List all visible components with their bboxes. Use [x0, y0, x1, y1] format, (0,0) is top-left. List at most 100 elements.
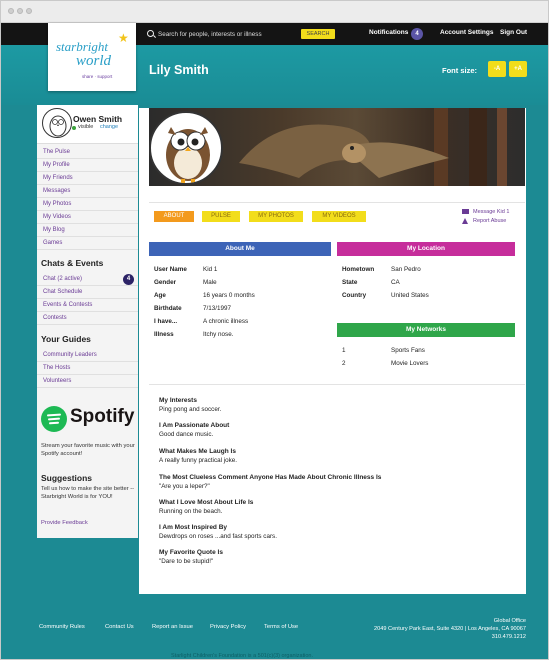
sidebar-item-volunteers[interactable]: Volunteers: [37, 375, 138, 388]
network-number: 1: [342, 347, 346, 354]
profile-avatar[interactable]: [149, 111, 223, 185]
sidebar-item-messages[interactable]: Messages: [37, 185, 138, 198]
footer-copyright: Starlight Children's Foundation is a 501…: [171, 653, 313, 659]
tabs-divider: [149, 202, 525, 203]
field-label: Illness: [154, 331, 174, 338]
field-value: United States: [391, 292, 429, 299]
logo-tagline: share · support: [82, 74, 113, 79]
profile-name[interactable]: Owen Smith: [73, 114, 122, 124]
interest-title: I Am Most Inspired By: [159, 524, 228, 531]
field-value: A chronic illness: [203, 318, 249, 325]
interest-title: My Interests: [159, 397, 197, 404]
logo-line2: world: [76, 53, 112, 69]
maximize-window-icon[interactable]: [26, 8, 32, 14]
sidebar-item-label: The Hosts: [43, 365, 71, 371]
close-window-icon[interactable]: [8, 8, 14, 14]
notifications-count-badge[interactable]: 4: [411, 28, 423, 40]
field-value: 7/13/1997: [203, 305, 232, 312]
tab-about[interactable]: ABOUT: [154, 211, 194, 222]
spotify-icon[interactable]: [41, 406, 67, 432]
sidebar-item-label: Events & Contests: [43, 302, 93, 308]
interest-title: I Am Passionate About: [159, 422, 230, 429]
footer-contact-us-link[interactable]: Contact Us: [105, 624, 134, 630]
message-user-link[interactable]: Message Kid 1: [473, 209, 509, 215]
my-networks-heading: My Networks: [337, 323, 515, 337]
interest-title: The Most Clueless Comment Anyone Has Mad…: [159, 474, 382, 481]
interest-value: A really funny practical joke.: [159, 457, 238, 464]
avatar[interactable]: [42, 108, 72, 138]
interest-value: Running on the beach.: [159, 508, 223, 515]
field-label: State: [342, 279, 358, 286]
warning-icon: [462, 218, 468, 224]
sign-out-link[interactable]: Sign Out: [500, 29, 527, 36]
search-icon: [147, 30, 154, 37]
sidebar-item-chat-schedule[interactable]: Chat Schedule: [37, 286, 138, 299]
browser-window: SEARCH Notifications 4 Account Settings …: [0, 0, 549, 660]
field-label: Hometown: [342, 266, 375, 273]
star-icon: ★: [118, 31, 129, 45]
sidebar-item-pulse[interactable]: The Pulse: [37, 146, 138, 159]
interest-value: Ping pong and soccer.: [159, 406, 222, 413]
visibility-status: visible: [78, 124, 94, 130]
field-label: User Name: [154, 266, 187, 273]
sidebar-item-hosts[interactable]: The Hosts: [37, 362, 138, 375]
sidebar-item-contests[interactable]: Contests: [37, 312, 138, 325]
provide-feedback-link[interactable]: Provide Feedback: [41, 519, 136, 527]
spotify-wordmark[interactable]: Spotify: [70, 406, 134, 428]
search-button[interactable]: SEARCH: [301, 29, 335, 39]
interest-value: Dewdrops on roses ...and fast sports car…: [159, 533, 277, 540]
about-me-heading: About Me: [149, 242, 331, 256]
suggestions-heading: Suggestions: [41, 473, 93, 483]
footer-privacy-policy-link[interactable]: Privacy Policy: [210, 624, 246, 630]
sidebar-item-profile[interactable]: My Profile: [37, 159, 138, 172]
sidebar-item-blog[interactable]: My Blog: [37, 224, 138, 237]
notifications-link[interactable]: Notifications: [369, 29, 408, 36]
interest-title: What I Love Most About Life Is: [159, 499, 254, 506]
chats-events-heading: Chats & Events: [41, 258, 104, 268]
owl-sketch-icon: [49, 115, 67, 137]
sidebar-item-label: My Profile: [43, 162, 70, 168]
font-size-label: Font size:: [442, 66, 477, 75]
field-value: San Pedro: [391, 266, 421, 273]
chat-count-badge[interactable]: 4: [123, 274, 134, 285]
network-link[interactable]: Movie Lovers: [391, 360, 428, 367]
sidebar-item-photos[interactable]: My Photos: [37, 198, 138, 211]
network-link[interactable]: Sports Fans: [391, 347, 425, 354]
sidebar-item-games[interactable]: Games: [37, 237, 138, 250]
footer-office-phone: 310.479.1212: [491, 634, 526, 640]
sidebar-item-label: Chat Schedule: [43, 289, 83, 295]
field-label: Country: [342, 292, 367, 299]
footer-terms-link[interactable]: Terms of Use: [264, 624, 298, 630]
sidebar-item-label: Games: [43, 240, 63, 246]
online-status-icon: [72, 126, 76, 130]
search-input[interactable]: [158, 28, 298, 40]
sidebar-item-label: Volunteers: [43, 378, 72, 384]
page-title: Lily Smith: [149, 63, 209, 77]
font-increase-button[interactable]: +A: [509, 61, 527, 77]
interest-title: What Makes Me Laugh Is: [159, 448, 236, 455]
starbright-world-logo[interactable]: starbright world ★ share · support: [48, 23, 136, 91]
sidebar-item-friends[interactable]: My Friends: [37, 172, 138, 185]
sidebar-item-videos[interactable]: My Videos: [37, 211, 138, 224]
change-status-link[interactable]: change: [100, 124, 118, 130]
footer-report-issue-link[interactable]: Report an Issue: [152, 624, 193, 630]
sidebar-item-label: My Friends: [43, 175, 73, 181]
field-value: Male: [203, 279, 217, 286]
account-settings-link[interactable]: Account Settings: [440, 29, 493, 36]
tab-my-photos[interactable]: MY PHOTOS: [249, 211, 303, 222]
field-label: Gender: [154, 279, 177, 286]
font-decrease-button[interactable]: -A: [488, 61, 506, 77]
tab-pulse[interactable]: PULSE: [202, 211, 240, 222]
tab-my-videos[interactable]: MY VIDEOS: [312, 211, 366, 222]
sidebar-item-events-contests[interactable]: Events & Contests: [37, 299, 138, 312]
footer-community-rules-link[interactable]: Community Rules: [39, 624, 85, 630]
your-guides-heading: Your Guides: [41, 334, 91, 344]
report-abuse-link[interactable]: Report Abuse: [473, 218, 506, 224]
sidebar-item-label: Messages: [43, 188, 71, 194]
minimize-window-icon[interactable]: [17, 8, 23, 14]
interest-value: Good dance music.: [159, 431, 214, 438]
interest-value: "Dare to be stupid!": [159, 558, 214, 565]
field-value: Kid 1: [203, 266, 218, 273]
field-value: CA: [391, 279, 400, 286]
sidebar-item-community-leaders[interactable]: Community Leaders: [37, 349, 138, 362]
